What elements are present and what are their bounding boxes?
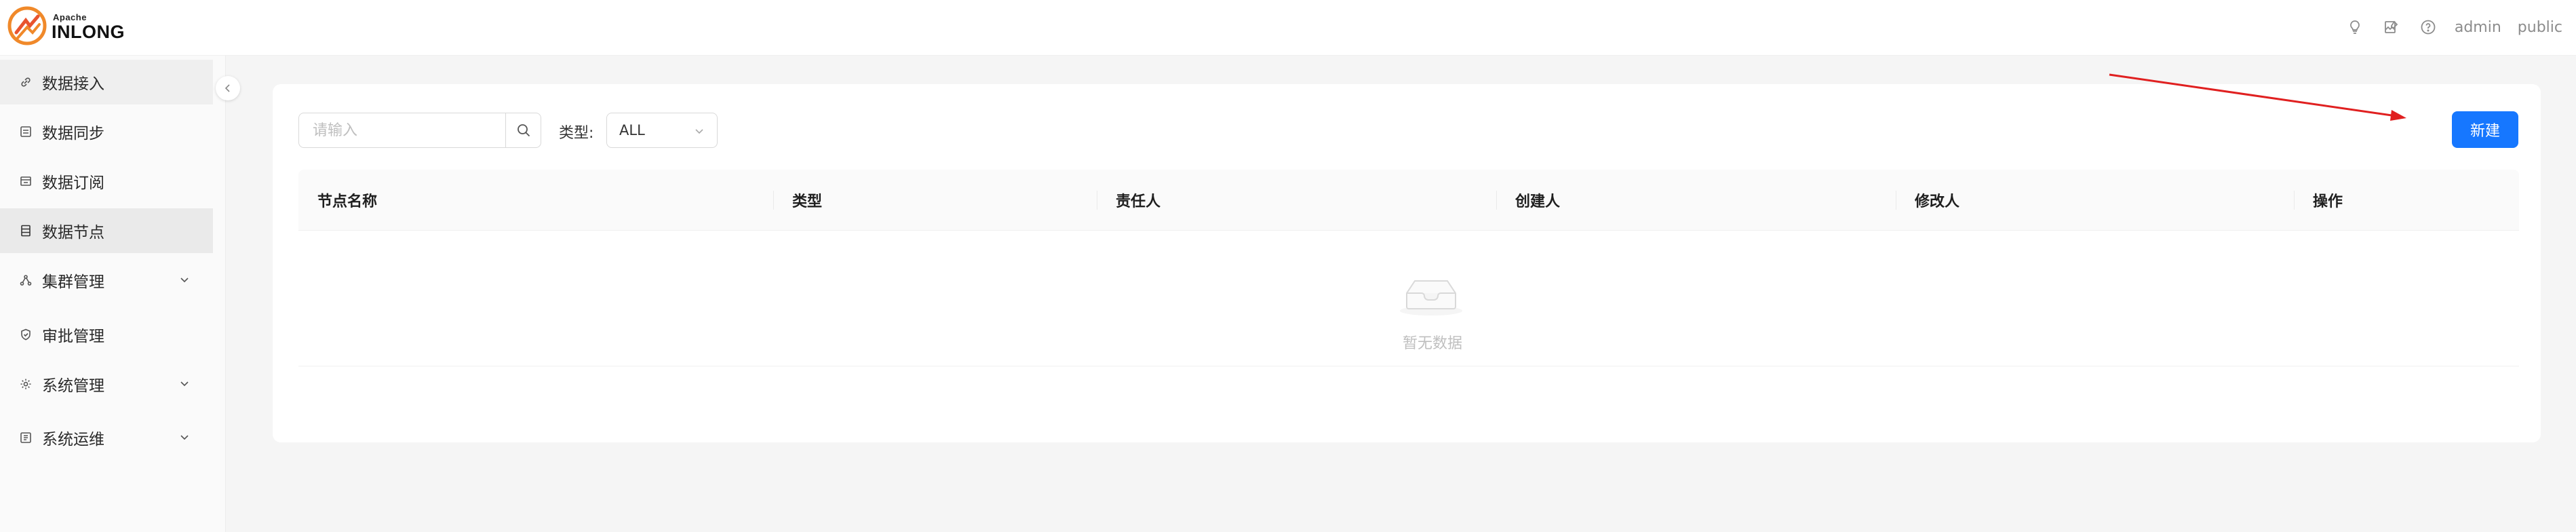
user-menu[interactable]: admin bbox=[2455, 19, 2501, 36]
table-empty-state: 暂无数据 bbox=[298, 231, 2519, 366]
column-header-node-name: 节点名称 bbox=[317, 193, 378, 210]
gear-icon bbox=[18, 376, 34, 392]
sidebar: 数据接入 数据同步 数据订阅 数据节点 集群管理 审批管理 系统管理 系统运维 bbox=[0, 56, 226, 532]
inlong-logo[interactable]: Apache INLONG bbox=[7, 5, 142, 50]
type-filter-label: 类型: bbox=[559, 125, 594, 142]
shield-icon bbox=[18, 326, 34, 343]
sidebar-item-data-sync[interactable]: 数据同步 bbox=[0, 109, 213, 154]
column-header-actions: 操作 bbox=[2313, 193, 2343, 210]
logo-inlong-text: INLONG bbox=[52, 22, 125, 42]
logo-apache-text: Apache bbox=[53, 12, 87, 22]
sidebar-item-label: 数据订阅 bbox=[42, 174, 104, 192]
sidebar-item-system-mgmt[interactable]: 系统管理 bbox=[0, 362, 213, 406]
column-header-creator: 创建人 bbox=[1515, 193, 1561, 210]
column-header-owner: 责任人 bbox=[1116, 193, 1161, 210]
search-icon bbox=[517, 124, 530, 137]
sidebar-item-data-node[interactable]: 数据节点 bbox=[0, 208, 213, 253]
empty-text: 暂无数据 bbox=[1403, 335, 1463, 352]
sidebar-item-data-access[interactable]: 数据接入 bbox=[0, 60, 213, 104]
chevron-down-icon bbox=[180, 381, 189, 387]
search-button[interactable] bbox=[505, 113, 541, 147]
table-header: 节点名称 类型 责任人 创建人 修改人 操作 bbox=[298, 170, 2519, 231]
sidebar-item-label: 数据节点 bbox=[42, 224, 104, 242]
lightbulb-icon[interactable] bbox=[2345, 17, 2365, 37]
sidebar-item-label: 审批管理 bbox=[42, 328, 104, 345]
sync-icon bbox=[18, 124, 34, 140]
link-icon bbox=[18, 74, 34, 90]
new-button[interactable]: 新建 bbox=[2452, 111, 2518, 148]
image-edit-icon[interactable] bbox=[2381, 17, 2402, 37]
empty-box-icon bbox=[1400, 280, 1462, 316]
type-filter-value: ALL bbox=[619, 122, 645, 138]
sidebar-item-approval-mgmt[interactable]: 审批管理 bbox=[0, 312, 213, 357]
sidebar-item-cluster-mgmt[interactable]: 集群管理 bbox=[0, 258, 213, 303]
chevron-down-icon bbox=[695, 129, 703, 134]
cluster-icon bbox=[18, 272, 34, 288]
subscribe-icon bbox=[18, 173, 34, 189]
search-box bbox=[298, 113, 541, 148]
sidebar-item-data-subscribe[interactable]: 数据订阅 bbox=[0, 159, 213, 204]
help-icon[interactable] bbox=[2418, 17, 2438, 37]
sidebar-item-label: 集群管理 bbox=[42, 273, 104, 291]
column-header-type: 类型 bbox=[792, 193, 823, 210]
data-node-panel: 类型: ALL 新建 节点名称 类型 责任人 创建人 修改人 操作 暂无数据 bbox=[273, 84, 2541, 442]
tenant-menu[interactable]: public bbox=[2518, 19, 2562, 36]
database-icon bbox=[18, 223, 34, 239]
annotation-arrow-icon bbox=[2109, 73, 2406, 121]
sidebar-collapse-button[interactable] bbox=[216, 76, 240, 100]
chevron-down-icon bbox=[180, 435, 189, 440]
search-input[interactable] bbox=[299, 113, 506, 147]
sidebar-item-label: 数据同步 bbox=[42, 125, 104, 142]
column-header-modifier: 修改人 bbox=[1915, 193, 1960, 210]
chevron-left-icon bbox=[225, 84, 230, 92]
sidebar-item-system-ops[interactable]: 系统运维 bbox=[0, 415, 213, 460]
top-header: Apache INLONG admin public bbox=[0, 0, 2576, 56]
header-actions: admin public bbox=[2345, 14, 2562, 41]
chevron-down-icon bbox=[180, 278, 189, 283]
sidebar-item-label: 系统运维 bbox=[42, 431, 104, 449]
inlong-logo-icon bbox=[7, 6, 47, 45]
sidebar-item-label: 系统管理 bbox=[42, 377, 104, 395]
sidebar-item-label: 数据接入 bbox=[42, 75, 104, 93]
type-filter-select[interactable]: ALL bbox=[606, 113, 718, 148]
ops-icon bbox=[18, 430, 34, 446]
